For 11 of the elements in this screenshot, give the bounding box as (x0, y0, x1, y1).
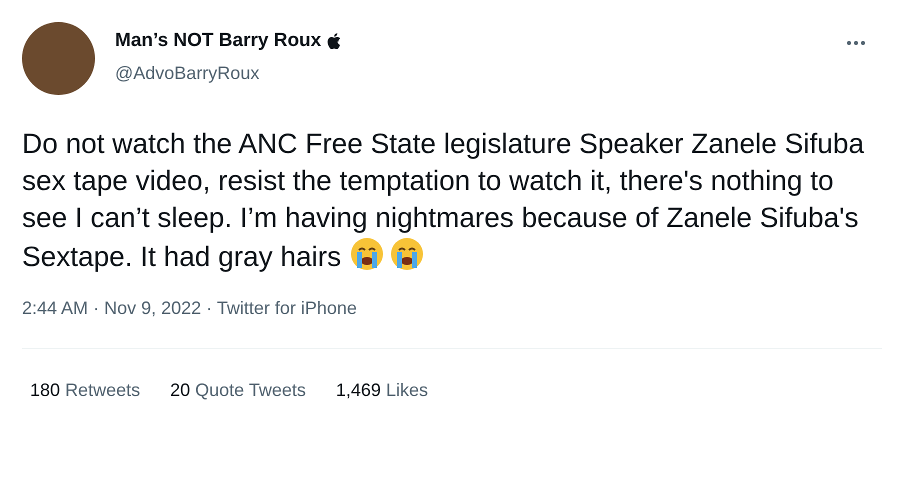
engagement-stat[interactable]: 20 Quote Tweets (170, 377, 306, 404)
apple-logo-icon (327, 33, 342, 50)
display-name[interactable]: Man’s NOT Barry Roux (115, 27, 322, 56)
more-options-icon[interactable] (846, 40, 866, 46)
tweet-text: Do not watch the ANC Free State legislature Speaker Zanele Sifuba sex tape video, resist the temptation to watch it, there's nothing to see I can’t sleep. I’m having nightmares because of Zanele Sifuba's Sextape. It had gray hairs (22, 127, 866, 274)
engagement-stat[interactable]: 1,469 Likes (336, 377, 428, 404)
user-handle[interactable]: @AdvoBarryRoux (115, 60, 342, 86)
tweet-meta: 2:44 AM · Nov 9, 2022 · Twitter for iPhone (22, 297, 358, 320)
crying-face-icon (348, 236, 385, 272)
engagement-stat[interactable]: 180 Retweets (30, 377, 140, 404)
crying-face-icon (388, 236, 425, 272)
